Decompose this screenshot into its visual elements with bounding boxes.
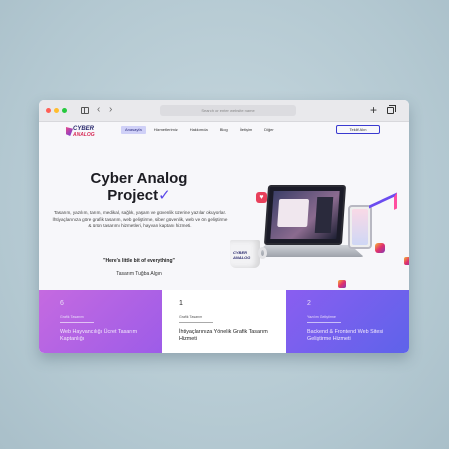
card-title: İhtiyaçlarınıza Yönelik Grafik Tasarım H… xyxy=(179,329,268,342)
card-number: 6 xyxy=(60,300,64,307)
nav-item-blog[interactable]: Blog xyxy=(216,126,232,134)
mug-label: CYBER ANALOG xyxy=(233,250,251,260)
card-divider xyxy=(60,322,94,323)
nav-item-home[interactable]: Anasayfa xyxy=(121,126,146,134)
card-number: 2 xyxy=(307,300,311,307)
service-card[interactable]: 2 Yazılım Geliştirme Backend & Frontend … xyxy=(286,290,409,353)
new-tab-icon[interactable]: + xyxy=(370,103,377,117)
growth-arrow-icon xyxy=(369,192,397,222)
close-window-button[interactable] xyxy=(46,108,51,113)
services-cards: 6 Grafik Tasarımı Web Hayvancılığı Ücret… xyxy=(39,290,409,353)
tab-overview-icon[interactable] xyxy=(387,105,396,114)
hero-signature: Tasarım Tuğba Algın xyxy=(116,271,162,277)
instagram-icon xyxy=(375,243,385,253)
laptop-screen xyxy=(263,185,347,245)
card-category: Yazılım Geliştirme xyxy=(307,315,336,319)
nav-item-about[interactable]: Hakkımda xyxy=(186,126,212,134)
back-arrow-icon[interactable]: ‹ xyxy=(97,104,100,116)
card-category: Grafik Tasarımı xyxy=(60,315,85,319)
sidebar-toggle-icon[interactable] xyxy=(81,107,89,114)
instagram-icon xyxy=(404,257,409,265)
hero-title-line1: Cyber Analog xyxy=(90,170,188,187)
address-bar[interactable]: Search or enter website name xyxy=(160,105,296,116)
card-title: Web Hayvancılığı Ücret Tasarım Kaptanlığ… xyxy=(60,329,138,342)
card-title: Backend & Frontend Web Sitesi Geliştirme… xyxy=(307,329,384,342)
maximize-window-button[interactable] xyxy=(62,108,67,113)
check-mark-icon: ✓ xyxy=(158,187,171,204)
hero-illustration: CYBER ANALOG ♥ xyxy=(230,185,409,295)
instagram-icon xyxy=(338,280,346,288)
card-divider xyxy=(307,322,341,323)
card-number: 1 xyxy=(179,300,183,307)
service-card[interactable]: 1 Grafik Tasarım İhtiyaçlarınıza Yönelik… xyxy=(162,290,286,353)
minimize-window-button[interactable] xyxy=(54,108,59,113)
laptop-base xyxy=(252,245,364,257)
heart-icon: ♥ xyxy=(256,192,267,203)
logo-text-bottom: ANALOG xyxy=(73,132,95,138)
web-page: CYBER ANALOG Anasayfa Hizmetlerimiz Hakk… xyxy=(39,122,409,353)
browser-toolbar: ‹ › Search or enter website name + xyxy=(39,100,409,122)
hero-title-text: Project xyxy=(107,187,159,204)
nav-item-contact[interactable]: İletişim xyxy=(236,126,256,134)
card-divider xyxy=(179,322,213,323)
hero-quote: "Here's little bit of everything" xyxy=(103,258,175,264)
forward-arrow-icon[interactable]: › xyxy=(109,104,112,116)
browser-window: ‹ › Search or enter website name + CYBER… xyxy=(39,100,409,353)
logo-mark-icon xyxy=(66,127,73,136)
quote-request-button[interactable]: Teklif Alın xyxy=(336,125,380,134)
hero-description: Tasarım, yazılım, tarım, medikal, sağlık… xyxy=(52,210,228,229)
nav-item-services[interactable]: Hizmetlerimiz xyxy=(150,126,182,134)
service-card[interactable]: 6 Grafik Tasarımı Web Hayvancılığı Ücret… xyxy=(39,290,162,353)
nav-item-other[interactable]: Diğer xyxy=(260,126,278,134)
site-logo[interactable]: CYBER ANALOG xyxy=(66,125,98,139)
mug-image: CYBER ANALOG xyxy=(230,240,267,268)
card-category: Grafik Tasarım xyxy=(179,315,203,319)
hero-title-line2: Project✓ xyxy=(39,187,239,204)
hero-section: Cyber Analog Project✓ Tasarım, yazılım, … xyxy=(39,140,409,290)
main-nav: Anasayfa Hizmetlerimiz Hakkımda Blog İle… xyxy=(121,126,278,134)
